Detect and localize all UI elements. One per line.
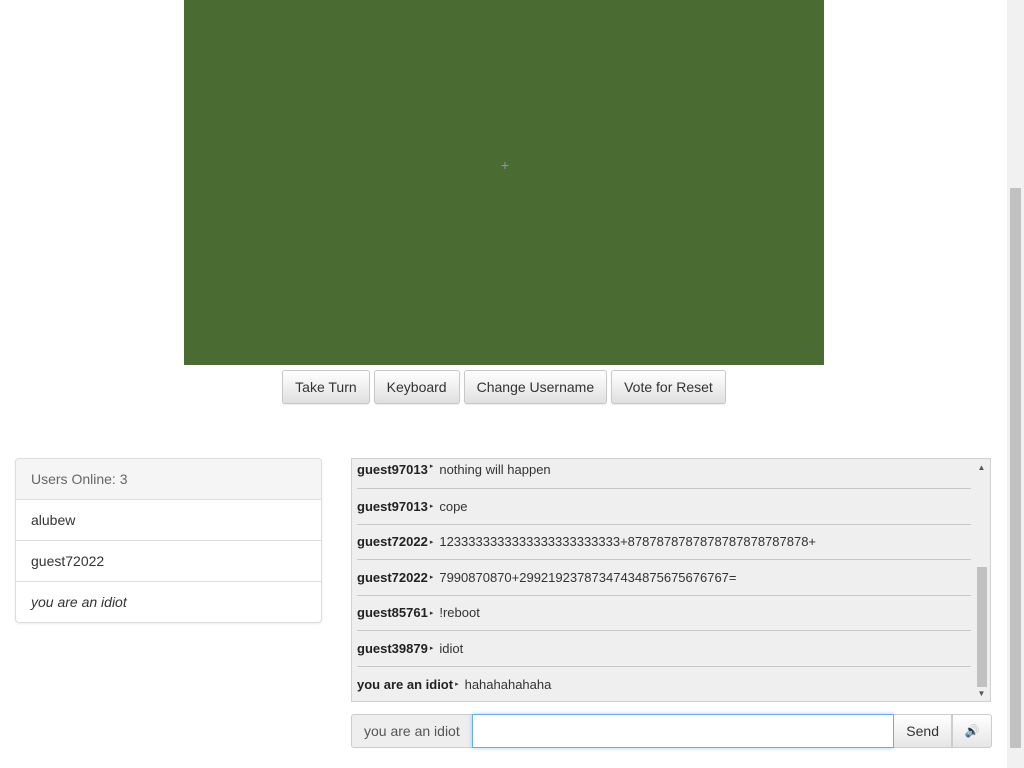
chat-message: guest97013 ▸ nothing will happen	[357, 459, 971, 489]
chat-text: cope	[439, 498, 468, 514]
scroll-down-arrow-icon[interactable]: ▼	[973, 687, 990, 701]
chat-arrow-icon: ▸	[429, 463, 434, 470]
chat-username: guest72022	[357, 569, 428, 585]
users-online-panel: Users Online: 3 alubew guest72022 you ar…	[15, 458, 322, 623]
user-item-self: you are an idiot	[31, 594, 127, 610]
chat-arrow-icon: ▸	[429, 609, 434, 617]
keyboard-button[interactable]: Keyboard	[373, 370, 460, 404]
chat-log[interactable]: guest97013 ▸ nothing will happen guest97…	[351, 458, 991, 702]
users-online-heading: Users Online: 3	[16, 459, 321, 500]
chat-message: guest72022 ▸ 1233333333333333333333333+8…	[357, 525, 971, 560]
take-turn-button[interactable]: Take Turn	[282, 370, 370, 404]
chat-username: guest85761	[357, 605, 428, 621]
chat-message: guest72022 ▸ 7990870870+2992192378734743…	[357, 560, 971, 596]
vm-button-bar: Take Turn Keyboard Change Username Vote …	[0, 370, 1008, 404]
chat-message: guest39879 ▸ idiot	[357, 631, 971, 667]
speaker-icon[interactable]: 🔊	[952, 714, 992, 748]
chat-username: guest97013	[357, 462, 428, 477]
chat-scrollbar[interactable]: ▲ ▼	[973, 459, 990, 701]
chat-message: guest97013 ▸ cope	[357, 489, 971, 525]
chat-message-input[interactable]	[471, 714, 895, 748]
chat-arrow-icon: ▸	[455, 681, 459, 689]
chat-message: guest85761 ▸ !reboot	[357, 596, 971, 631]
chat-username-label: you are an idiot	[351, 714, 472, 748]
chat-arrow-icon: ▸	[429, 574, 434, 582]
chat-arrow-icon: ▸	[429, 645, 434, 653]
chat-username: guest39879	[357, 640, 428, 656]
send-button[interactable]: Send	[894, 714, 952, 748]
page-scrollbar-thumb[interactable]	[1010, 188, 1021, 748]
page-scrollbar[interactable]	[1007, 0, 1024, 768]
user-item: alubew	[16, 500, 321, 541]
scroll-up-arrow-icon[interactable]: ▲	[973, 461, 990, 475]
chat-text: nothing will happen	[439, 462, 551, 477]
chat-message-list: guest97013 ▸ nothing will happen guest97…	[357, 459, 971, 702]
chat-username: guest72022	[357, 534, 428, 550]
crosshair-cursor-icon: +	[500, 157, 510, 173]
chat-text: hahahahahaha	[464, 676, 552, 692]
chat-input-group: you are an idiot Send 🔊	[351, 714, 992, 748]
vm-display[interactable]: +	[184, 0, 824, 365]
chat-arrow-icon: ▸	[429, 538, 434, 546]
change-username-button[interactable]: Change Username	[463, 370, 608, 404]
user-item: guest72022	[16, 541, 321, 582]
vote-for-reset-button[interactable]: Vote for Reset	[611, 370, 726, 404]
chat-username: guest97013	[357, 498, 428, 514]
chat-text: 7990870870+29921923787347434875675676767…	[439, 569, 737, 585]
chat-scrollbar-thumb[interactable]	[977, 567, 987, 687]
chat-arrow-icon: ▸	[429, 503, 434, 511]
chat-text: 1233333333333333333333333+87878787878787…	[439, 534, 817, 550]
chat-message: you are an idiot ▸ hahahahahaha	[357, 667, 971, 702]
chat-username: you are an idiot	[357, 676, 454, 692]
chat-text: idiot	[439, 640, 464, 656]
chat-text: !reboot	[439, 605, 480, 621]
